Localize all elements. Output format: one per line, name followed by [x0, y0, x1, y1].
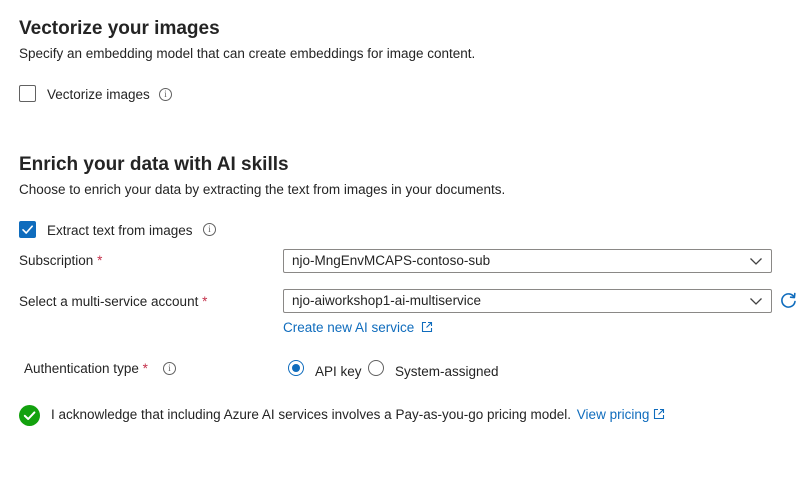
- account-dropdown[interactable]: njo-aiworkshop1-ai-multiservice: [283, 289, 772, 313]
- create-ai-service-text: Create new AI service: [283, 320, 415, 335]
- vectorize-images-checkbox[interactable]: [19, 85, 36, 102]
- auth-radio-system-assigned[interactable]: [368, 360, 384, 376]
- subscription-dropdown[interactable]: njo-MngEnvMCAPS-contoso-sub: [283, 249, 772, 273]
- vectorize-title: Vectorize your images: [19, 18, 220, 39]
- info-icon[interactable]: i: [159, 88, 172, 101]
- account-label-text: Select a multi-service account: [19, 294, 199, 309]
- auth-option-system-assigned[interactable]: System-assigned: [395, 364, 499, 379]
- chevron-down-icon: [750, 298, 762, 305]
- checkmark-icon: [22, 225, 33, 234]
- extract-text-checkbox[interactable]: [19, 221, 36, 238]
- account-value: njo-aiworkshop1-ai-multiservice: [292, 293, 482, 308]
- enrich-title: Enrich your data with AI skills: [19, 154, 289, 175]
- acknowledgement: I acknowledge that including Azure AI se…: [51, 407, 665, 422]
- subscription-label-text: Subscription: [19, 253, 94, 268]
- external-link-icon: [422, 321, 433, 333]
- view-pricing-link[interactable]: View pricing: [577, 407, 666, 422]
- info-icon[interactable]: i: [203, 223, 216, 236]
- info-icon[interactable]: i: [163, 362, 176, 375]
- auth-type-label: Authentication type *: [24, 361, 148, 376]
- create-ai-service-link[interactable]: Create new AI service: [283, 320, 433, 335]
- auth-type-label-text: Authentication type: [24, 361, 139, 376]
- subscription-label: Subscription *: [19, 253, 102, 268]
- refresh-icon[interactable]: [779, 291, 798, 310]
- auth-option-api-key[interactable]: API key: [315, 364, 362, 379]
- external-link-icon: [654, 408, 665, 420]
- vectorize-description: Specify an embedding model that can crea…: [19, 46, 476, 61]
- required-marker: *: [202, 294, 208, 309]
- view-pricing-text: View pricing: [576, 407, 650, 422]
- enrich-description: Choose to enrich your data by extracting…: [19, 182, 506, 197]
- subscription-value: njo-MngEnvMCAPS-contoso-sub: [292, 253, 491, 268]
- vectorize-images-label: Vectorize images: [47, 87, 150, 102]
- auth-radio-api-key[interactable]: [288, 360, 304, 376]
- account-label: Select a multi-service account *: [19, 294, 207, 309]
- required-marker: *: [97, 253, 103, 268]
- required-marker: *: [142, 361, 148, 376]
- acknowledgement-text: I acknowledge that including Azure AI se…: [51, 407, 572, 422]
- chevron-down-icon: [750, 258, 762, 265]
- success-check-icon: [19, 405, 40, 426]
- extract-text-label: Extract text from images: [47, 223, 193, 238]
